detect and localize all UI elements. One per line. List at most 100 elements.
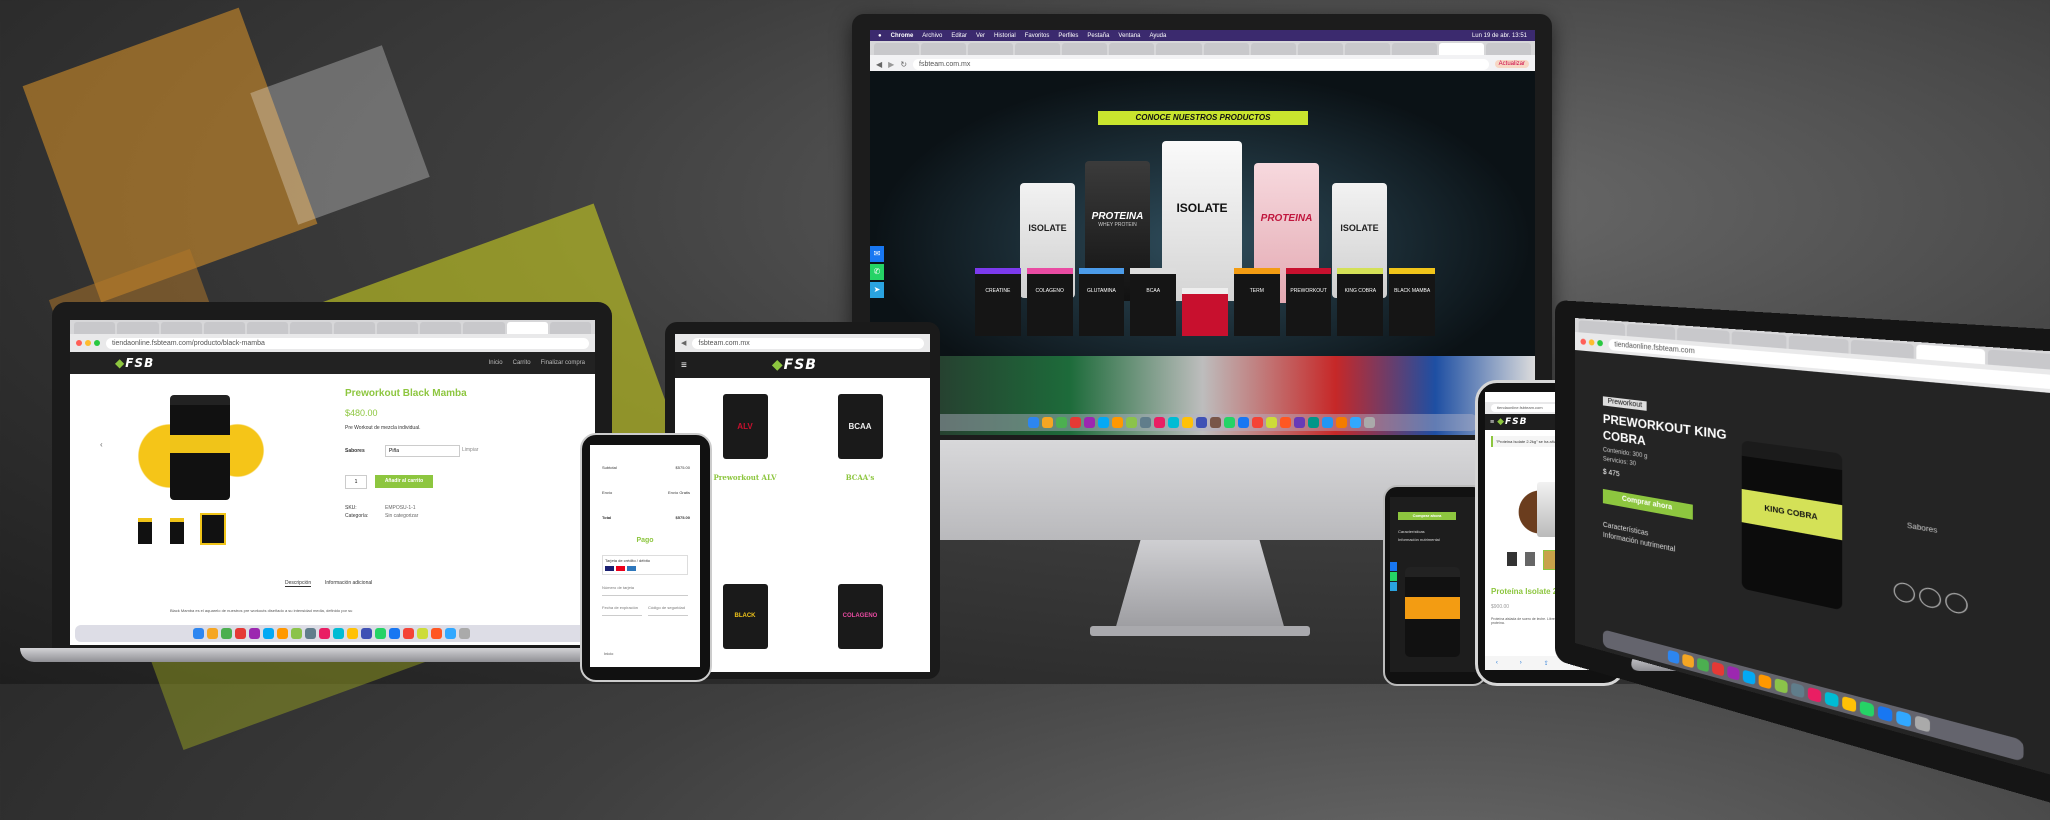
menubar-item[interactable]: Pestaña bbox=[1087, 33, 1109, 39]
product-image[interactable] bbox=[125, 390, 275, 500]
product-card[interactable]: BLACK MAMBA bbox=[705, 584, 785, 649]
update-button[interactable]: Actualizar bbox=[1494, 60, 1529, 68]
jar bbox=[170, 395, 230, 500]
whatsapp-icon[interactable] bbox=[1390, 572, 1397, 581]
menubar-item[interactable]: Archivo bbox=[922, 33, 942, 39]
feature-link[interactable]: Información nutrimental bbox=[1398, 537, 1440, 542]
jar: BCAA bbox=[837, 394, 883, 459]
clear-link[interactable]: Limpiar bbox=[462, 447, 478, 453]
jar: ALV bbox=[722, 394, 768, 459]
address-bar[interactable]: fsbteam.com.mx bbox=[913, 58, 1489, 70]
back-icon[interactable]: ◀ bbox=[681, 339, 686, 347]
product-card[interactable]: ALV Preworkout ALV bbox=[705, 394, 785, 482]
flavor-label: Sabores bbox=[345, 448, 365, 454]
browser-tabs[interactable] bbox=[70, 320, 595, 334]
jar: TERM bbox=[1233, 268, 1280, 336]
menu-icon[interactable]: ≡ bbox=[1490, 419, 1494, 426]
social-floating-bar: ✉ ✆ ➤ bbox=[870, 246, 884, 298]
messenger-icon[interactable]: ✉ bbox=[870, 246, 884, 262]
flavor-select[interactable]: Piña bbox=[385, 445, 460, 457]
thumbnail[interactable] bbox=[200, 513, 226, 545]
hero-banner: CONOCE NUESTROS PRODUCTOS bbox=[1098, 111, 1308, 125]
buy-now-button[interactable]: Comprar ahora bbox=[1602, 488, 1693, 520]
nav-link[interactable]: Finalizar compra bbox=[541, 360, 585, 366]
forward-icon[interactable]: ▶ bbox=[888, 60, 894, 69]
home-link[interactable]: Inicio bbox=[604, 651, 613, 656]
reload-icon[interactable]: ↻ bbox=[900, 60, 907, 69]
phone-center-screen: Subtotal $575.00 Envío Envío Gratis Total $… bbox=[590, 445, 700, 667]
payment-option[interactable]: Tarjeta de crédito / débito bbox=[602, 555, 688, 575]
fsb-logo[interactable]: ◆FSB bbox=[1497, 417, 1527, 427]
small-phone-screen: Comprar ahora Características Informació… bbox=[1390, 497, 1476, 672]
menubar-item[interactable]: Ventana bbox=[1118, 33, 1140, 39]
product-short-desc: Pre Workout de mezcla individual. bbox=[345, 425, 421, 431]
jar: COLAGENO bbox=[837, 584, 883, 649]
thumbnail[interactable] bbox=[1507, 552, 1517, 566]
menubar-item[interactable]: Chrome bbox=[891, 33, 914, 39]
menubar-item[interactable]: Ayuda bbox=[1149, 33, 1166, 39]
tablet-screen: ◀ fsbteam.com.mx ≡ ◆FSB ALV Preworkout A… bbox=[675, 334, 930, 672]
sku-label: SKU: bbox=[345, 505, 357, 511]
product-price: $480.00 bbox=[345, 408, 378, 418]
imac-stand-base bbox=[1090, 626, 1310, 636]
buy-now-button[interactable]: Comprar ahora bbox=[1398, 512, 1456, 520]
nutrition-badge-icon bbox=[1945, 591, 1968, 616]
back-icon[interactable]: ‹ bbox=[1496, 660, 1498, 666]
imac-screen: ● Chrome Archivo Editar Ver Historial Fa… bbox=[870, 30, 1535, 435]
site-header: ◆FSB Inicio Carrito Finalizar compra bbox=[70, 352, 595, 374]
fsb-logo[interactable]: ◆FSB bbox=[772, 357, 817, 373]
feature-link[interactable]: Características bbox=[1398, 529, 1425, 534]
address-bar[interactable]: tiendaonline.fsbteam.com/producto/black-… bbox=[106, 337, 589, 349]
mac-menubar: ● Chrome Archivo Editar Ver Historial Fa… bbox=[870, 30, 1535, 41]
product-price: $ 475 bbox=[1602, 468, 1620, 479]
product-card[interactable]: BCAA BCAA's bbox=[820, 394, 900, 482]
back-icon[interactable]: ◀ bbox=[876, 60, 882, 69]
thumbnail[interactable] bbox=[1525, 552, 1535, 566]
expiry-field[interactable]: Fecha de expiración bbox=[602, 605, 642, 616]
jar: BLACK MAMBA bbox=[1389, 268, 1436, 336]
forward-icon[interactable]: › bbox=[1520, 660, 1522, 666]
cvc-field[interactable]: Código de seguridad bbox=[648, 605, 688, 616]
telegram-icon[interactable]: ➤ bbox=[870, 282, 884, 298]
share-icon[interactable]: ⇪ bbox=[1544, 660, 1549, 667]
hero-section: CONOCE NUESTROS PRODUCTOS ISOLATE PROTEI… bbox=[870, 71, 1535, 356]
product-card[interactable]: COLAGENO bbox=[820, 584, 900, 649]
product-title: Preworkout Black Mamba bbox=[345, 388, 467, 399]
tab-additional-info[interactable]: Información adicional bbox=[325, 580, 372, 586]
menubar-item[interactable]: Ver bbox=[976, 33, 985, 39]
telegram-icon[interactable] bbox=[1390, 582, 1397, 591]
mac-dock bbox=[925, 414, 1477, 431]
thumbnail[interactable] bbox=[138, 518, 152, 544]
jar: BLACK MAMBA bbox=[722, 584, 768, 649]
category-label: Categoría: bbox=[345, 513, 369, 519]
jar: GLUTAMINA bbox=[1078, 268, 1125, 336]
address-bar[interactable]: fsbteam.com.mx bbox=[692, 337, 924, 349]
menubar-item[interactable]: Perfiles bbox=[1058, 33, 1078, 39]
add-to-cart-button[interactable]: Añadir al carrito bbox=[375, 475, 433, 488]
jar: KING COBRA bbox=[1337, 268, 1384, 336]
thumbnail[interactable] bbox=[170, 518, 184, 544]
card-number-field[interactable]: Número de tarjeta bbox=[602, 585, 688, 596]
summary-row: Total $575.00 bbox=[602, 515, 690, 520]
menubar-item[interactable]: Historial bbox=[994, 33, 1016, 39]
product-name[interactable]: BCAA's bbox=[820, 473, 900, 482]
fsb-logo[interactable]: ◆FSB bbox=[115, 356, 154, 370]
nav-link[interactable]: Inicio bbox=[489, 360, 503, 366]
browser-tabs[interactable] bbox=[870, 41, 1535, 55]
messenger-icon[interactable] bbox=[1390, 562, 1397, 571]
product-name[interactable]: Preworkout ALV bbox=[705, 473, 785, 482]
nav-link[interactable]: Carrito bbox=[513, 360, 531, 366]
description-text: Black Mamba es el aquarelo de nuestros p… bbox=[170, 608, 353, 613]
product-badge: Preworkout bbox=[1602, 396, 1648, 411]
jar: CREATINE bbox=[975, 268, 1021, 336]
menubar-item[interactable]: Editar bbox=[951, 33, 967, 39]
prev-image-arrow[interactable]: ‹ bbox=[100, 440, 103, 449]
qty-input[interactable]: 1 bbox=[345, 475, 367, 489]
whatsapp-icon[interactable]: ✆ bbox=[870, 264, 884, 280]
mac-dock bbox=[75, 625, 587, 642]
menu-icon[interactable]: ≡ bbox=[681, 360, 687, 371]
tab-description[interactable]: Descripción bbox=[285, 580, 312, 587]
apple-icon[interactable]: ● bbox=[878, 33, 882, 39]
menubar-item[interactable]: Favoritos bbox=[1025, 33, 1050, 39]
category-value[interactable]: Sin categorizar bbox=[385, 513, 418, 519]
